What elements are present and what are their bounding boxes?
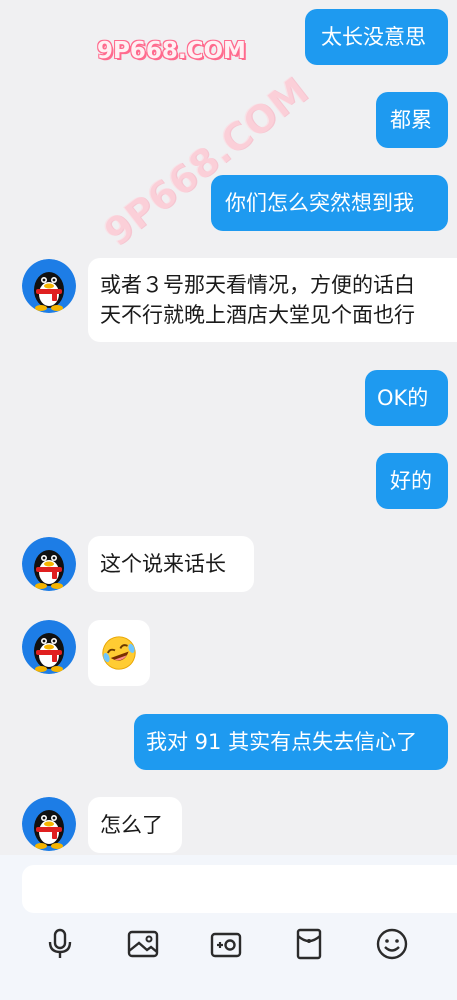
outgoing-message[interactable]: OK的 — [365, 370, 448, 426]
incoming-message[interactable]: 这个说来话长 — [88, 536, 254, 592]
outgoing-message[interactable]: 我对 91 其实有点失去信心了 — [134, 714, 448, 770]
microphone-icon — [48, 928, 72, 958]
emoji-button[interactable] — [375, 927, 409, 961]
message-line: 或者３号那天看情况，方便的话白 — [100, 273, 415, 297]
incoming-emoji-message[interactable] — [88, 620, 150, 686]
penguin-avatar-icon — [22, 620, 76, 674]
camera-icon — [210, 932, 242, 958]
red-envelope-button[interactable] — [292, 927, 326, 961]
composer-bar — [0, 855, 457, 1000]
outgoing-message[interactable]: 好的 — [376, 453, 448, 509]
outgoing-message[interactable]: 都累 — [376, 92, 448, 148]
red-envelope-icon — [296, 928, 322, 960]
outgoing-message[interactable]: 你们怎么突然想到我 — [211, 175, 448, 231]
contact-avatar[interactable] — [22, 620, 76, 674]
image-icon — [127, 930, 159, 958]
contact-avatar[interactable] — [22, 259, 76, 313]
laughing-crying-emoji-icon — [102, 636, 136, 670]
penguin-avatar-icon — [22, 797, 76, 851]
incoming-message[interactable]: 怎么了 — [88, 797, 182, 853]
camera-button[interactable] — [209, 927, 243, 961]
penguin-avatar-icon — [22, 537, 76, 591]
contact-avatar[interactable] — [22, 797, 76, 851]
penguin-avatar-icon — [22, 259, 76, 313]
emoji-icon — [376, 928, 408, 960]
chat-area[interactable]: 太长没意思 9P668.COM 都累 你们怎么突然想到我 或者３号那天看情况，方… — [0, 0, 457, 855]
contact-avatar[interactable] — [22, 537, 76, 591]
photo-button[interactable] — [126, 927, 160, 961]
incoming-message[interactable]: 或者３号那天看情况，方便的话白 天不行就晚上酒店大堂见个面也行 — [88, 258, 457, 342]
watermark-text: 9P668.COM — [97, 38, 246, 64]
voice-button[interactable] — [43, 927, 77, 961]
message-line: 天不行就晚上酒店大堂见个面也行 — [100, 303, 415, 327]
message-input[interactable] — [22, 865, 457, 913]
